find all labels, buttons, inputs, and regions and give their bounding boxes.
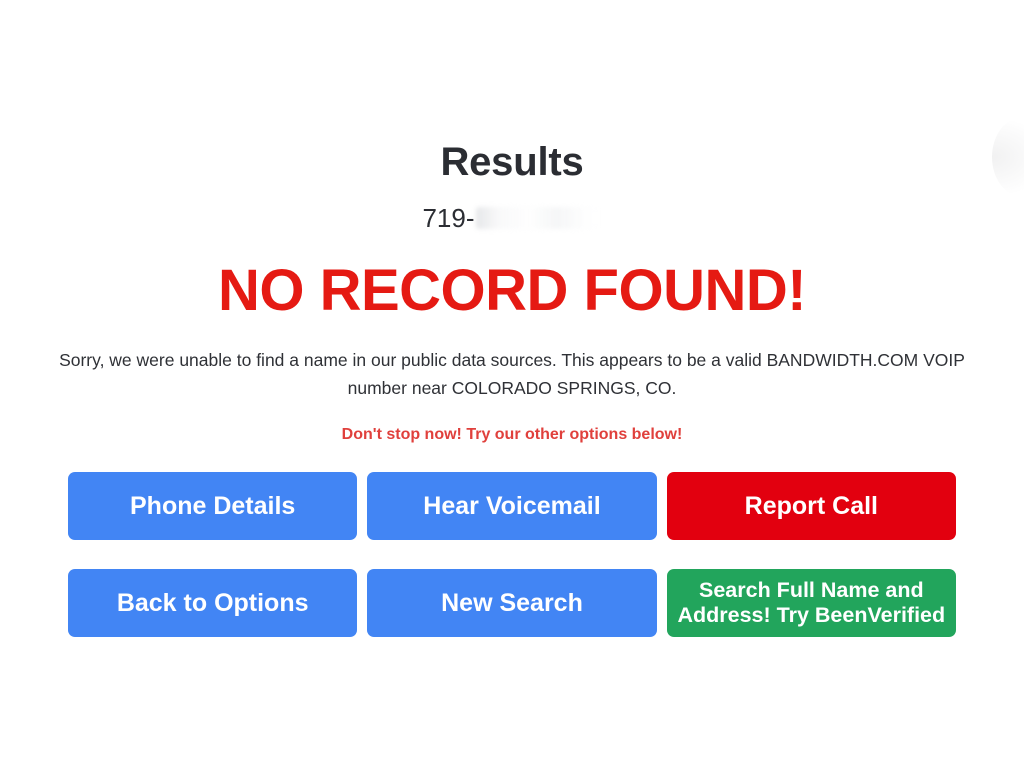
phone-details-button[interactable]: Phone Details (68, 472, 358, 540)
phone-number-redacted-blur (475, 207, 602, 229)
action-button-grid: Phone Details Hear Voicemail Report Call… (68, 446, 956, 637)
results-page: Results 719- NO RECORD FOUND! Sorry, we … (0, 0, 1024, 768)
report-call-button[interactable]: Report Call (666, 472, 956, 540)
try-other-options-cta: Don't stop now! Try our other options be… (341, 426, 683, 443)
page-title: Results (440, 140, 584, 184)
searched-phone-number: 719- (0, 202, 1024, 234)
phone-number-prefix: 719- (422, 203, 475, 233)
hear-voicemail-button[interactable]: Hear Voicemail (367, 472, 657, 540)
search-full-name-beenverified-button[interactable]: Search Full Name and Address! Try BeenVe… (666, 569, 956, 637)
no-record-found-headline: NO RECORD FOUND! (217, 258, 807, 323)
results-content: Results 719- NO RECORD FOUND! Sorry, we … (0, 0, 1024, 637)
back-to-options-button[interactable]: Back to Options (68, 569, 358, 637)
result-explanation-text: Sorry, we were unable to find a name in … (59, 350, 965, 398)
new-search-button[interactable]: New Search (367, 569, 657, 637)
